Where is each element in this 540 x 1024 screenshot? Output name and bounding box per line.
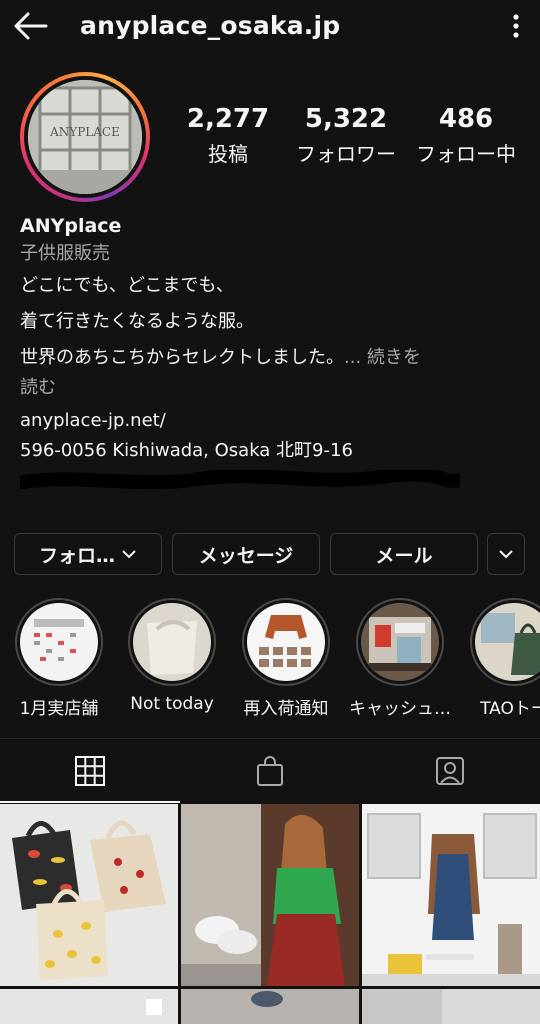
following-stat[interactable]: 486 フォロー中 — [408, 104, 524, 167]
address-link[interactable]: 596-0056 Kishiwada, Osaka 北町9-16 — [20, 436, 520, 466]
post-thumbnail[interactable] — [362, 989, 540, 1024]
highlight-item[interactable]: TAOトー — [455, 598, 540, 719]
bio-line: どこにでも、どこまでも、 — [20, 275, 234, 296]
more-vertical-icon[interactable] — [504, 12, 528, 40]
highlight-item[interactable]: Not today — [113, 598, 231, 714]
followers-count: 5,322 — [304, 104, 388, 134]
highlight-item[interactable]: 再入荷通知 — [227, 598, 345, 719]
profile-avatar[interactable]: ANYPLACE — [20, 72, 150, 202]
followers-stat[interactable]: 5,322 フォロワー — [290, 104, 402, 167]
grid-icon — [75, 756, 105, 786]
highlight-item[interactable]: キャッシュ… — [341, 598, 459, 719]
chevron-down-icon — [122, 550, 136, 559]
highlight-cover — [247, 603, 325, 681]
profile-tabs — [0, 738, 540, 803]
post-thumbnail[interactable] — [0, 804, 178, 986]
highlight-label: TAOトー — [480, 699, 540, 719]
storefront-photo: ANYPLACE — [28, 80, 142, 194]
chevron-down-icon — [499, 550, 513, 559]
highlight-label: 再入荷通知 — [243, 699, 329, 719]
posts-count: 2,277 — [186, 104, 270, 134]
back-arrow-icon[interactable] — [12, 10, 48, 42]
tab-posts-grid[interactable] — [0, 739, 180, 803]
tagged-person-icon — [436, 757, 464, 785]
following-count: 486 — [438, 104, 494, 134]
post-thumbnail[interactable] — [181, 804, 359, 986]
post-thumbnail[interactable] — [0, 989, 178, 1024]
highlight-cover — [475, 603, 540, 681]
followers-label: フォロワー — [296, 142, 396, 166]
bio-line: 着て行きたくなるような服。 — [20, 311, 254, 332]
highlight-label: キャッシュ… — [349, 699, 451, 719]
following-label: フォロー中 — [416, 142, 516, 166]
highlight-label: Not today — [130, 694, 214, 714]
tab-tagged[interactable] — [360, 739, 540, 803]
post-thumbnail[interactable] — [362, 804, 540, 986]
follow-button[interactable]: フォロ… — [14, 533, 162, 575]
bio-line: 世界のあちこちからセレクトしました。... 続きを — [20, 347, 421, 368]
posts-stat[interactable]: 2,277 投稿 — [186, 104, 270, 167]
highlight-label: 1月実店舗 — [19, 699, 99, 719]
highlight-cover — [20, 603, 98, 681]
posts-label: 投稿 — [208, 142, 248, 166]
follow-button-label: フォロ… — [38, 544, 115, 567]
top-bar: anyplace_osaka.jp — [0, 0, 540, 52]
display-name: ANYplace — [20, 215, 122, 237]
highlight-item[interactable]: 1月実店舗 — [0, 598, 118, 719]
redaction-mark — [20, 470, 460, 490]
website-link[interactable]: anyplace-jp.net/ — [20, 406, 520, 436]
highlight-cover — [361, 603, 439, 681]
message-button[interactable]: メッセージ — [172, 533, 320, 575]
highlight-cover — [133, 603, 211, 681]
post-thumbnail[interactable] — [181, 989, 359, 1024]
email-button[interactable]: メール — [330, 533, 478, 575]
profile-username: anyplace_osaka.jp — [80, 11, 341, 40]
svg-text:ANYPLACE: ANYPLACE — [49, 125, 120, 139]
more-link[interactable]: ... 続きを — [344, 347, 421, 368]
more-link-wrap[interactable]: 読む — [20, 376, 520, 406]
profile-bio: ANYplace 子供服販売 どこにでも、どこまでも、 着て行きたくなるような服… — [20, 212, 520, 466]
tab-shop[interactable] — [180, 739, 360, 803]
shop-bag-icon — [257, 756, 283, 786]
category-label: 子供服販売 — [20, 243, 110, 264]
suggested-accounts-button[interactable] — [487, 533, 525, 575]
